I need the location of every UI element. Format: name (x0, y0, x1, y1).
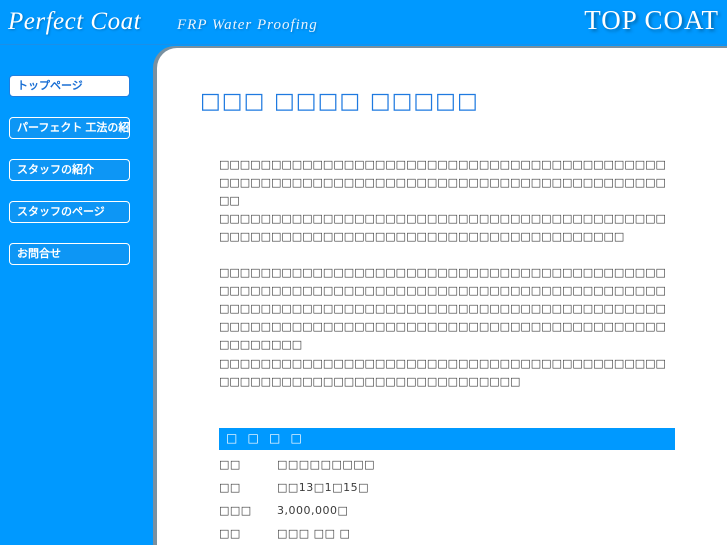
page-root: Perfect Coat FRP Water Proofing TOP COAT… (0, 0, 727, 545)
info-value: □□13□1□15□ (277, 481, 369, 494)
info-value: □□□ □□ □ □□□ □□ □ (277, 527, 351, 545)
sidebar-item-staff-intro[interactable]: スタッフの紹介 (9, 159, 130, 181)
info-table: □ □ □ □ □□ □□□□□□□□□ □□ □□13□1□15□ □□□ 3… (219, 428, 675, 545)
brand-title: Perfect Coat (8, 8, 142, 35)
table-row: □□□ 3,000,000□ (219, 502, 675, 519)
table-row: □□ □□□ □□ □ □□□ □□ □ (219, 525, 675, 545)
body-paragraph-2: □□□□□□□□□□□□□□□□□□□□□□□□□□□□□□□□□□□□□□□□… (219, 212, 666, 243)
site-banner: Perfect Coat FRP Water Proofing TOP COAT (0, 0, 727, 45)
info-label: □□ (219, 481, 241, 494)
table-row: □□ □□13□1□15□ (219, 479, 675, 496)
content-panel: □□□ □□□□ □□□□□ □□□□□□□□□□□□□□□□□□□□□□□□□… (157, 48, 727, 545)
info-value: □□□□□□□□□ (277, 458, 376, 471)
sidebar-nav: トップページ パーフェクト 工法の紹介 スタッフの紹介 スタッフのページ お問合… (0, 45, 152, 545)
body-paragraph-1: □□□□□□□□□□□□□□□□□□□□□□□□□□□□□□□□□□□□□□□□… (219, 158, 666, 207)
info-label: □□ (219, 527, 241, 540)
sidebar-item-construction-method[interactable]: パーフェクト 工法の紹介 (9, 117, 130, 139)
info-value: 3,000,000□ (277, 504, 349, 517)
content-body: □□□ □□□□ □□□□□ □□□□□□□□□□□□□□□□□□□□□□□□□… (157, 48, 727, 545)
page-title: □□□ □□□□ □□□□□ (200, 89, 479, 114)
info-label: □□ (219, 458, 241, 471)
info-table-header: □ □ □ □ (219, 428, 675, 450)
table-row: □□ □□□□□□□□□ (219, 456, 675, 473)
top-coat-logo: TOP COAT (584, 5, 719, 35)
body-paragraph-3: □□□□□□□□□□□□□□□□□□□□□□□□□□□□□□□□□□□□□□□□… (219, 266, 666, 351)
sidebar-item-contact[interactable]: お問合せ (9, 243, 130, 265)
sidebar-item-staff-page[interactable]: スタッフのページ (9, 201, 130, 223)
body-paragraph-4: □□□□□□□□□□□□□□□□□□□□□□□□□□□□□□□□□□□□□□□□… (219, 357, 666, 388)
sidebar-item-top-page[interactable]: トップページ (9, 75, 130, 97)
info-label: □□□ (219, 504, 252, 517)
brand-tagline: FRP Water Proofing (177, 17, 318, 33)
